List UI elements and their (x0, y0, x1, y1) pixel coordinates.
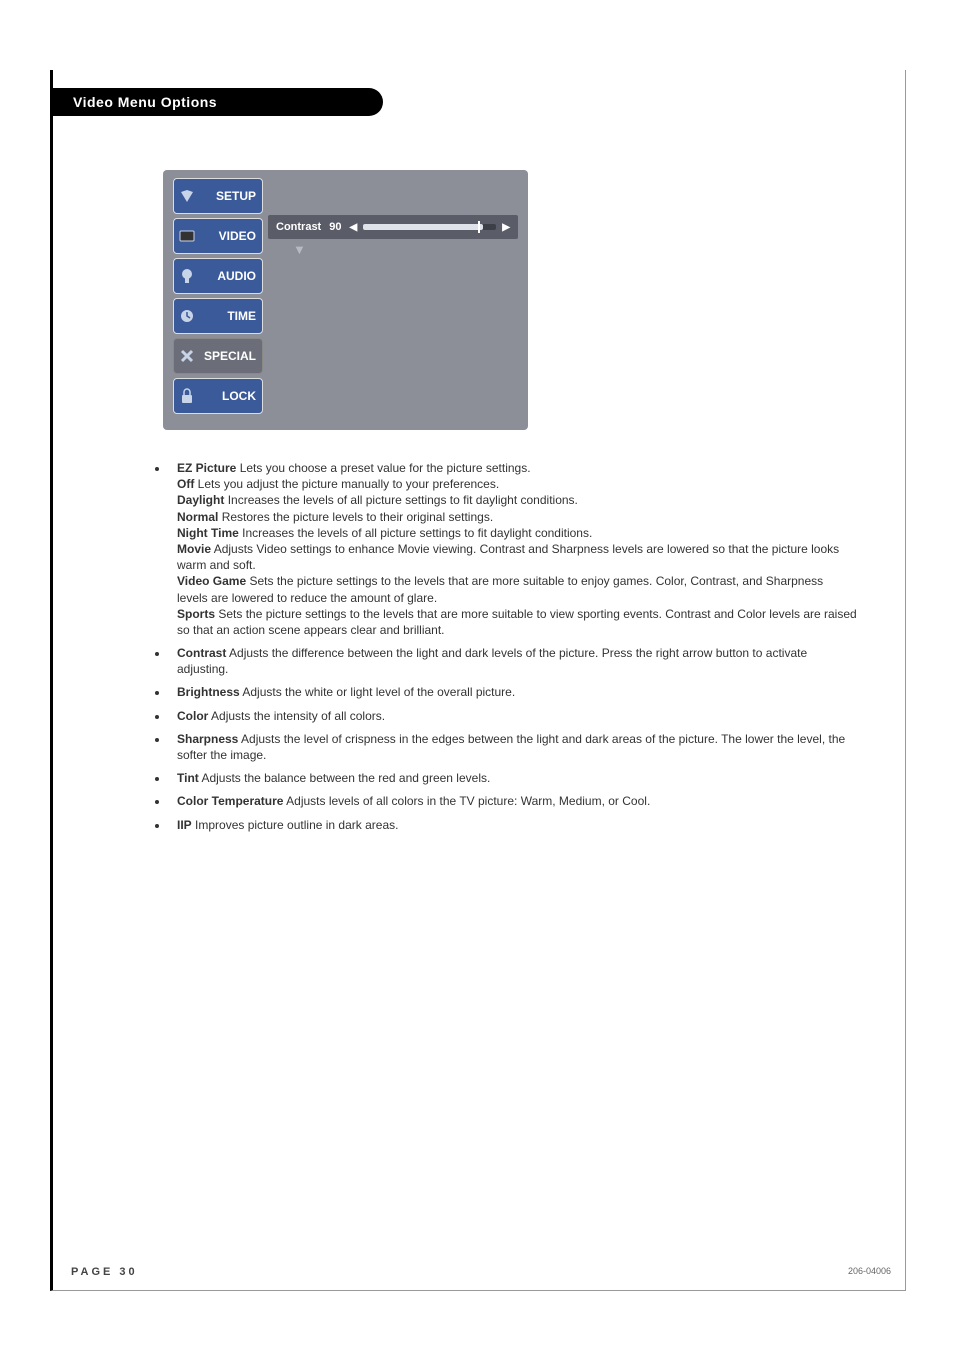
section-title-text: Video Menu Options (73, 94, 217, 110)
item-text: Adjusts the difference between the light… (177, 646, 807, 676)
menu-tab-label: AUDIO (217, 269, 256, 283)
sub-item: Normal Restores the picture levels to th… (177, 509, 857, 525)
item-title: EZ Picture (177, 461, 236, 475)
sub-item: Sports Sets the picture settings to the … (177, 606, 857, 638)
item-title: Tint (177, 771, 199, 785)
page-number: PAGE 30 (71, 1266, 138, 1278)
menu-tab-setup[interactable]: SETUP (173, 178, 263, 214)
list-item: Tint Adjusts the balance between the red… (169, 770, 857, 786)
item-title: Brightness (177, 685, 240, 699)
item-text: Adjusts levels of all colors in the TV p… (286, 794, 650, 808)
sub-item: Daylight Increases the levels of all pic… (177, 492, 857, 508)
menu-tab-video[interactable]: VIDEO (173, 218, 263, 254)
menu-tab-label: SETUP (216, 189, 256, 203)
page-frame: Video Menu Options SETUP VIDEO AUDIO (50, 70, 906, 1291)
menu-tab-audio[interactable]: AUDIO (173, 258, 263, 294)
menu-tab-label: VIDEO (219, 229, 256, 243)
osd-menu: SETUP VIDEO AUDIO TIME (163, 170, 528, 430)
audio-icon (178, 267, 196, 285)
menu-content: Contrast 90 ◀ ▶ (268, 215, 518, 239)
slider-thumb[interactable] (478, 221, 480, 233)
item-title: Color (177, 709, 208, 723)
slider-fill (363, 224, 483, 230)
doc-number: 206-04006 (848, 1266, 891, 1276)
slider-label: Contrast (276, 221, 321, 233)
arrow-right-icon[interactable]: ▶ (502, 222, 510, 233)
item-title: Color Temperature (177, 794, 283, 808)
list-item: Color Temperature Adjusts levels of all … (169, 793, 857, 809)
item-title: Sharpness (177, 732, 238, 746)
list-item: Color Adjusts the intensity of all color… (169, 708, 857, 724)
item-text: Lets you choose a preset value for the p… (240, 461, 531, 475)
slider-bar[interactable] (363, 224, 496, 230)
item-title: IIP (177, 818, 192, 832)
menu-tab-label: SPECIAL (204, 349, 256, 363)
sub-item: Off Lets you adjust the picture manually… (177, 476, 857, 492)
list-item: Brightness Adjusts the white or light le… (169, 684, 857, 700)
video-icon (178, 227, 196, 245)
description-list: EZ Picture Lets you choose a preset valu… (153, 460, 857, 840)
sub-item: Video Game Sets the picture settings to … (177, 573, 857, 605)
menu-tab-special[interactable]: SPECIAL (173, 338, 263, 374)
time-icon (178, 307, 196, 325)
menu-tab-time[interactable]: TIME (173, 298, 263, 334)
menu-tab-label: TIME (227, 309, 256, 323)
item-title: Contrast (177, 646, 226, 660)
menu-tab-label: LOCK (222, 389, 256, 403)
special-icon (178, 347, 196, 365)
menu-tab-lock[interactable]: LOCK (173, 378, 263, 414)
item-text: Adjusts the level of crispness in the ed… (177, 732, 845, 762)
sub-item: Movie Adjusts Video settings to enhance … (177, 541, 857, 573)
item-text: Adjusts the balance between the red and … (201, 771, 490, 785)
list-item: Contrast Adjusts the difference between … (169, 645, 857, 677)
menu-sidebar: SETUP VIDEO AUDIO TIME (173, 178, 263, 418)
contrast-slider-row[interactable]: Contrast 90 ◀ ▶ (268, 215, 518, 239)
item-text: Adjusts the white or light level of the … (242, 685, 515, 699)
lock-icon (178, 387, 196, 405)
item-text: Adjusts the intensity of all colors. (211, 709, 385, 723)
section-title: Video Menu Options (53, 88, 383, 116)
arrow-left-icon[interactable]: ◀ (349, 222, 357, 233)
arrow-down-icon[interactable]: ▼ (293, 242, 306, 257)
slider-value: 90 (329, 221, 341, 233)
list-item: Sharpness Adjusts the level of crispness… (169, 731, 857, 763)
sub-item: Night Time Increases the levels of all p… (177, 525, 857, 541)
list-item: IIP Improves picture outline in dark are… (169, 817, 857, 833)
item-text: Improves picture outline in dark areas. (195, 818, 398, 832)
setup-icon (178, 187, 196, 205)
list-item: EZ Picture Lets you choose a preset valu… (169, 460, 857, 638)
